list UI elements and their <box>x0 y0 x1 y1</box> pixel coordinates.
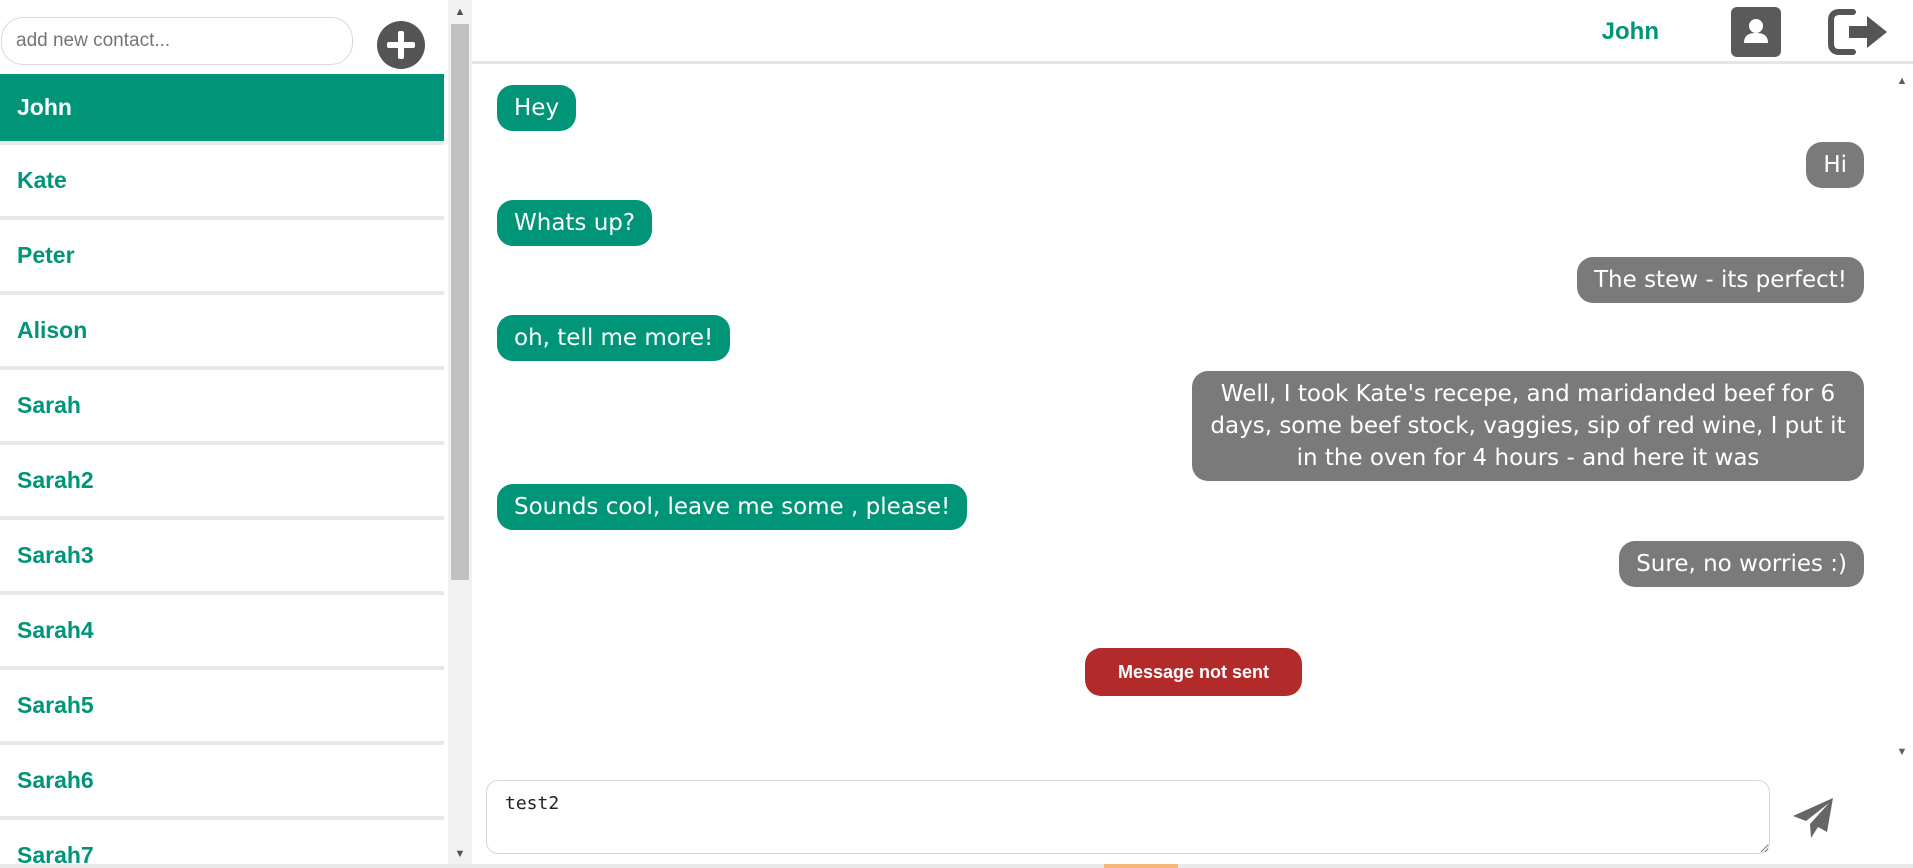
add-contact-input[interactable] <box>1 17 353 65</box>
user-icon <box>1744 19 1768 43</box>
bottom-strip <box>0 864 1913 868</box>
contact-item[interactable]: John <box>0 74 444 145</box>
scroll-down-arrow-icon[interactable]: ▼ <box>1891 742 1913 762</box>
chat-panel: John Hey Hi Whats up? The stew - its perfec… <box>472 0 1913 868</box>
send-button[interactable] <box>1789 794 1837 842</box>
contact-item[interactable]: Sarah <box>0 370 444 445</box>
scroll-down-arrow-icon[interactable]: ▼ <box>448 844 472 864</box>
contact-item[interactable]: Sarah6 <box>0 745 444 820</box>
current-contact-name: John <box>1601 18 1659 45</box>
logout-button[interactable] <box>1827 6 1891 58</box>
contact-item[interactable]: Peter <box>0 220 444 295</box>
message-input[interactable] <box>486 780 1770 854</box>
contact-item[interactable]: Sarah7 <box>0 820 444 868</box>
contact-list: John Kate Peter Alison Sarah Sarah2 Sarah3 Sara… <box>0 74 444 868</box>
sign-out-icon <box>1828 9 1887 55</box>
incoming-message-bubble: oh, tell me more! <box>497 315 731 361</box>
chat-header: John <box>472 0 1913 64</box>
add-contact-button[interactable] <box>377 21 425 69</box>
outgoing-message-bubble: Hi <box>1806 142 1864 188</box>
messages-scrollbar[interactable]: ▲ ▼ <box>1891 67 1913 762</box>
contact-item[interactable]: Kate <box>0 145 444 220</box>
message-not-sent-badge: Message not sent <box>1085 648 1302 696</box>
incoming-message-bubble: Sounds cool, leave me some , please! <box>497 484 968 530</box>
scroll-up-arrow-icon[interactable]: ▲ <box>1891 71 1913 91</box>
scrollbar-thumb[interactable] <box>451 24 469 580</box>
sidebar-scrollbar[interactable]: ▲ ▼ <box>448 0 472 868</box>
message-list: Hey Hi Whats up? The stew - its perfect! oh,… <box>472 67 1913 762</box>
add-contact-row <box>0 0 444 74</box>
profile-button[interactable] <box>1731 7 1781 57</box>
chat-app: JohnKatePeterAlisonSarahSarah2Sarah3Sara… <box>0 0 1913 868</box>
message-composer <box>472 762 1913 868</box>
outgoing-message-bubble: The stew - its perfect! <box>1576 257 1864 303</box>
incoming-message-bubble: Hey <box>497 85 577 131</box>
incoming-message-bubble: Whats up? <box>497 200 653 246</box>
contact-item[interactable]: Sarah3 <box>0 520 444 595</box>
contact-item[interactable]: Sarah5 <box>0 670 444 745</box>
paper-plane-icon <box>1793 798 1833 838</box>
outgoing-message-bubble: Sure, no worries :) <box>1619 541 1864 587</box>
contact-item[interactable]: Alison <box>0 295 444 370</box>
contacts-sidebar: JohnKatePeterAlisonSarahSarah2Sarah3Sara… <box>0 0 472 868</box>
scroll-up-arrow-icon[interactable]: ▲ <box>448 2 472 22</box>
contact-item[interactable]: Sarah2 <box>0 445 444 520</box>
outgoing-message-bubble: Well, I took Kate's recepe, and maridand… <box>1192 371 1864 481</box>
contact-item[interactable]: Sarah4 <box>0 595 444 670</box>
bottom-accent <box>1104 864 1178 868</box>
